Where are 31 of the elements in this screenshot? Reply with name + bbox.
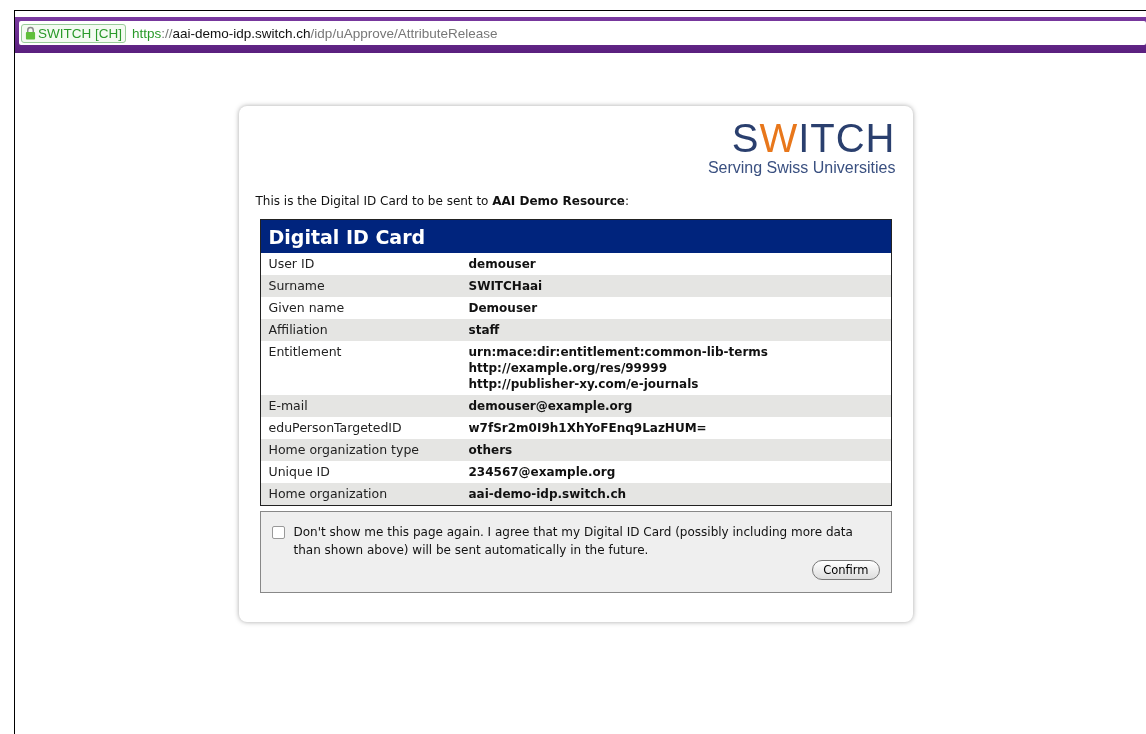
site-identity: SWITCH [CH] [38,25,122,41]
attribute-value: staff [468,322,500,338]
attribute-value: Demouser [468,300,538,316]
attribute-value: w7fSr2m0I9h1XhYoFEnq9LazHUM= [468,420,707,436]
attribute-name: Home organization type [268,442,420,458]
table-title: Digital ID Card [260,220,891,253]
attribute-name: Given name [268,300,346,316]
address-field[interactable]: SWITCH [CH] https://aai-demo-idp.switch.ch/idp/uApprove/AttributeRelease [19,21,1146,45]
attribute-name: eduPersonTargetedID [268,420,403,436]
attribute-value: demouser [468,256,536,272]
consent-text: Don't show me this page again. I agree that my Digital ID Card (possibly including more data than shown above) will be sent automatically in the future. [293,524,854,559]
attribute-value: urn:mace:dir:entitlement:common-lib-terms http://example.org/res/99999 http://publisher-xy.com/e-journals [468,344,768,392]
logo-tagline: Serving Swiss Universities [707,160,896,176]
attribute-name: E-mail [268,398,309,414]
attribute-name: Entitlement [268,344,343,361]
logo-wordmark: SWITCH [731,118,896,158]
attribute-value: demouser@example.org [468,398,633,414]
url-text: https://aai-demo-idp.switch.ch/idp/uApprove/AttributeRelease [132,25,498,41]
attribute-name: Affiliation [268,322,329,338]
attribute-value: SWITCHaai [468,278,543,294]
attribute-value: aai-demo-idp.switch.ch [468,486,627,502]
attribute-name: Home organization [268,486,389,502]
attribute-name: Unique ID [268,464,331,480]
attribute-value: others [468,442,513,458]
checkbox[interactable] [271,526,285,539]
attribute-name: Surname [268,278,326,294]
confirm-button[interactable]: Confirm [812,560,880,580]
attribute-name: User ID [268,256,316,272]
attribute-value: 234567@example.org [468,464,616,480]
lock-icon [25,26,36,40]
intro-text: This is the Digital ID Card to be sent to AAI Demo Resource: [255,194,631,208]
